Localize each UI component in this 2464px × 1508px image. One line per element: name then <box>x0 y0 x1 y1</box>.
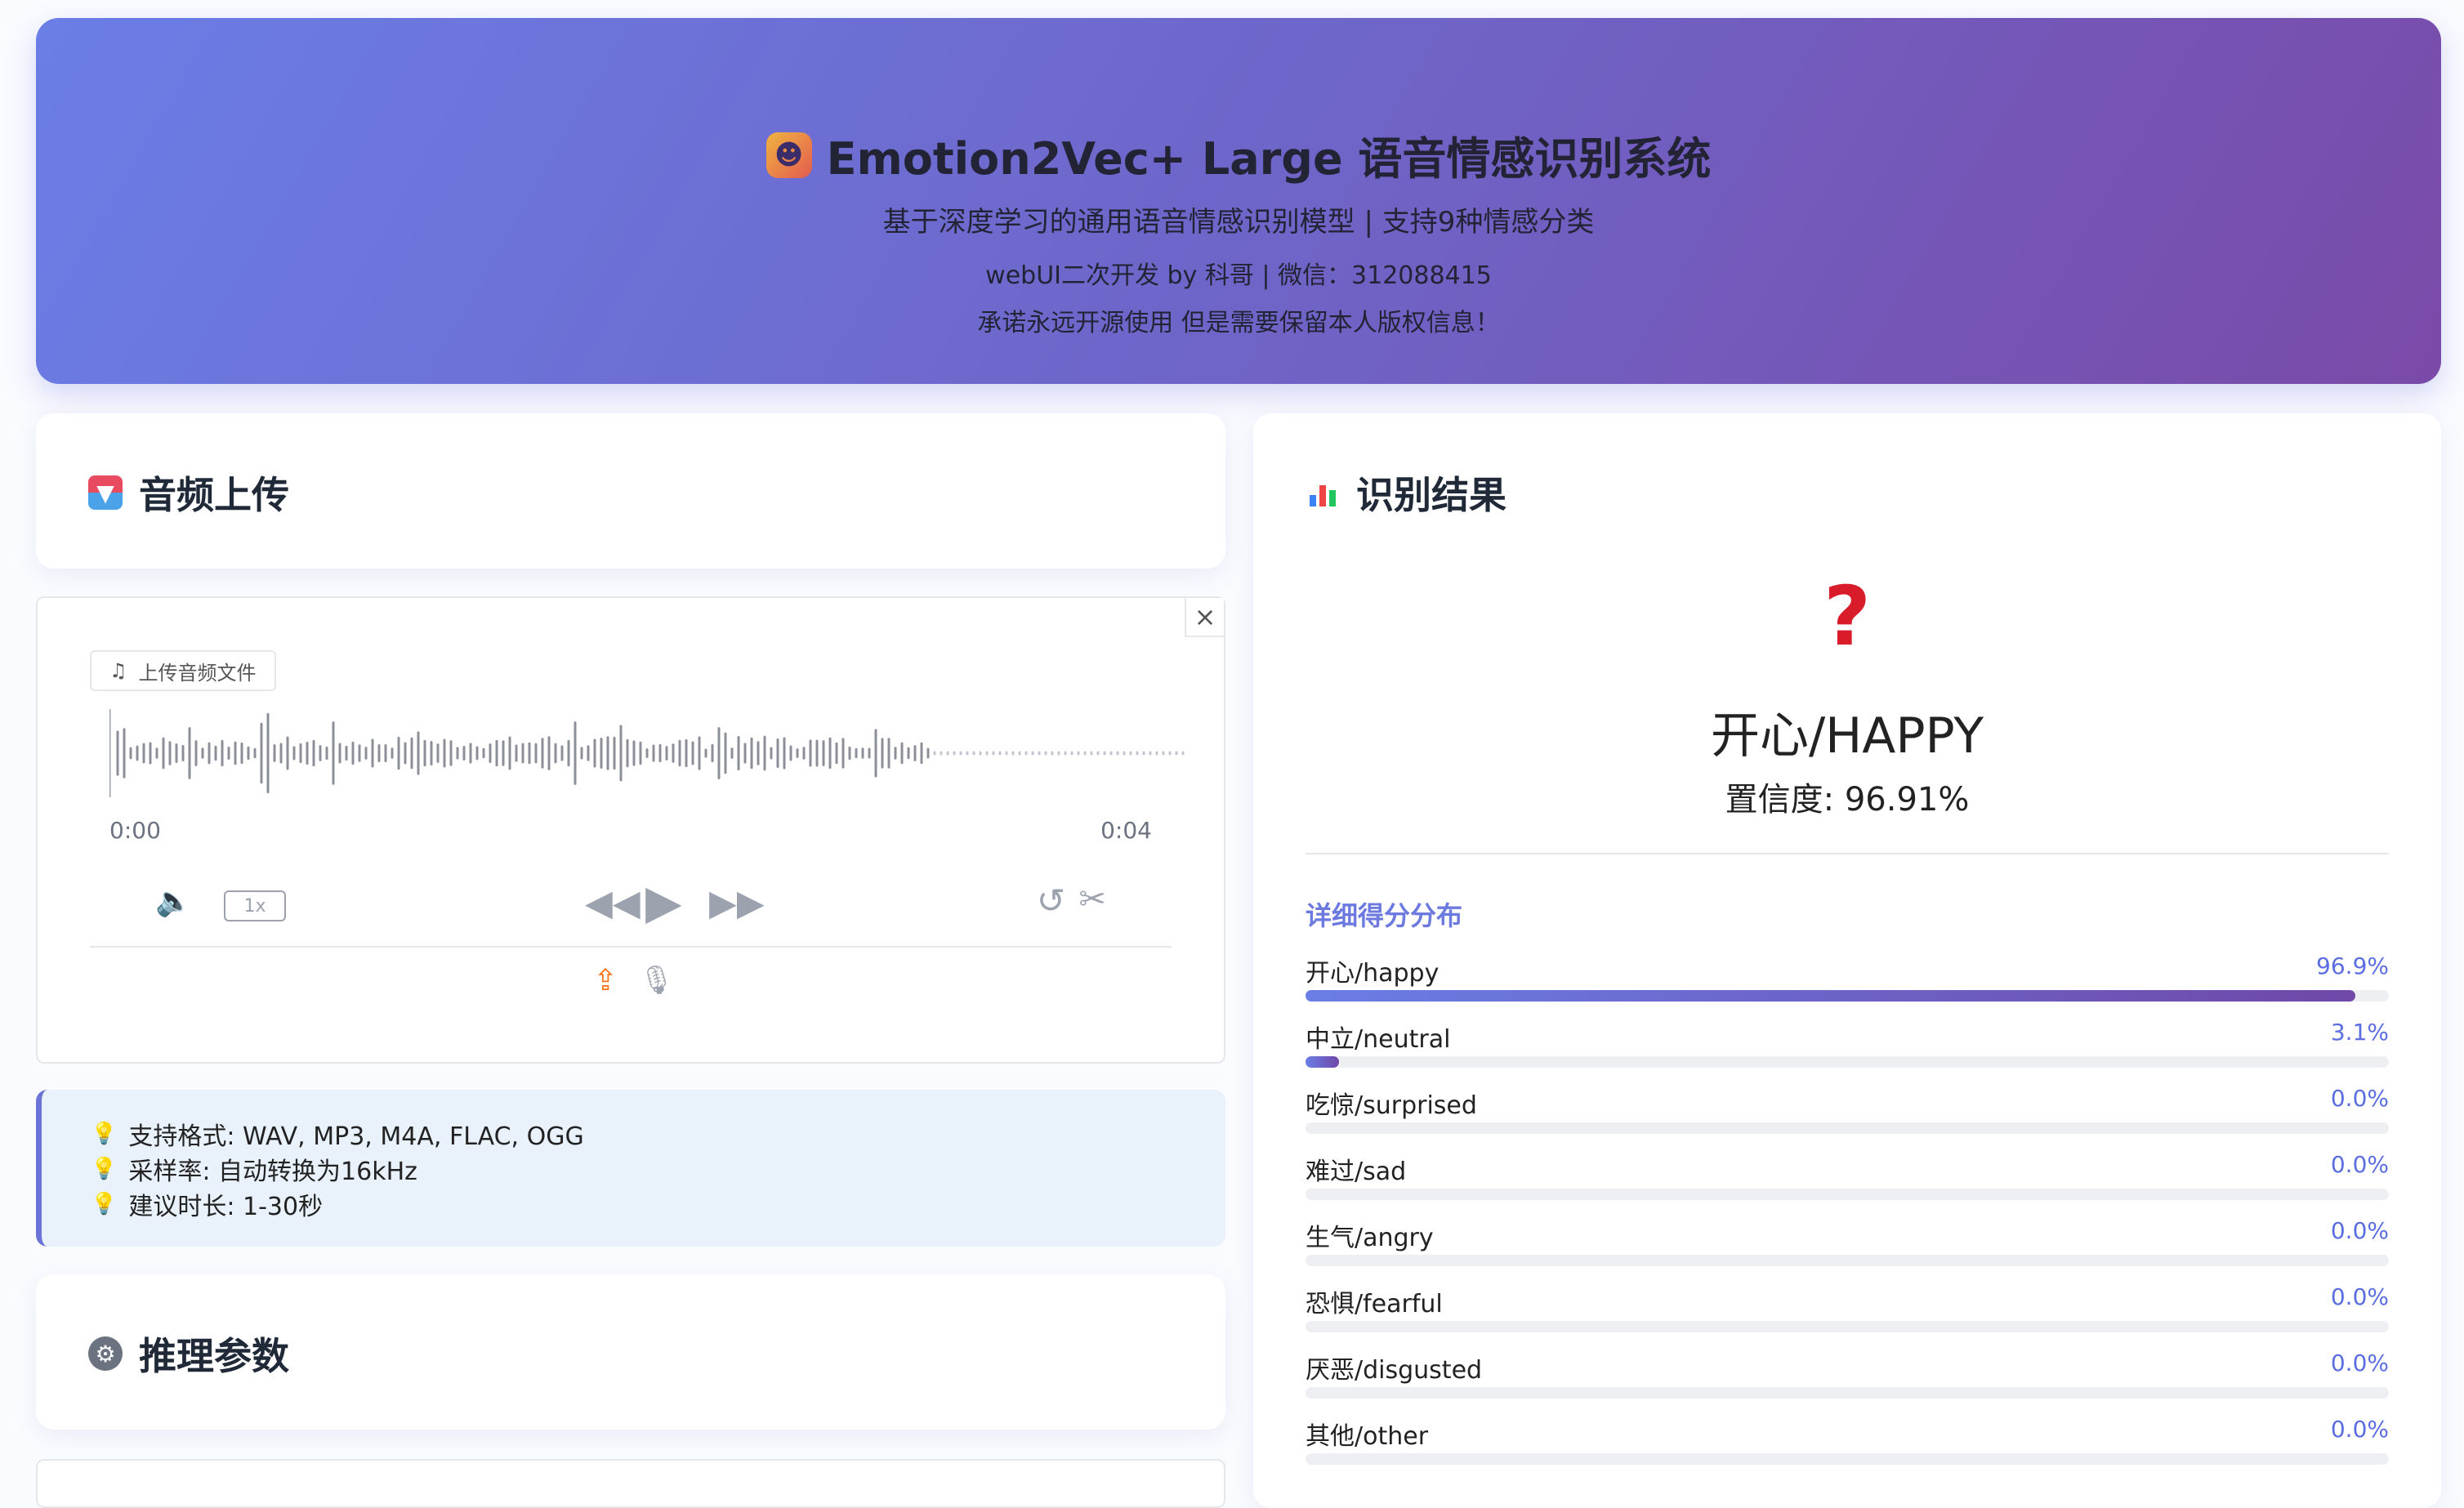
score-value: 3.1% <box>2330 1019 2389 1046</box>
bar-chart-icon <box>1306 475 1340 510</box>
score-item: 难过/sad 0.0% <box>1306 1151 2389 1217</box>
score-item: 恐惧/fearful 0.0% <box>1306 1283 2389 1350</box>
upload-section-title: ▼ 音频上传 <box>88 466 289 520</box>
player-divider <box>90 946 1172 948</box>
upload-section-card: ▼ 音频上传 <box>36 413 1225 569</box>
inference-section-title-text: 推理参数 <box>139 1334 289 1378</box>
audio-waveform[interactable] <box>109 704 1188 802</box>
playback-controls: 🔈 1x ◀◀ ▶ ▶▶ ↺ ✂ <box>90 868 1172 941</box>
tip-text: 支持格式: WAV, MP3, M4A, FLAC, OGG <box>128 1122 584 1151</box>
score-item: 生气/angry 0.0% <box>1306 1217 2389 1283</box>
score-bar-track <box>1306 1189 2389 1200</box>
app-title: ☻ Emotion2Vec+ Large 语音情感识别系统 <box>36 123 2441 187</box>
result-section-title-text: 识别结果 <box>1356 473 1507 517</box>
result-divider <box>1306 853 2389 854</box>
upload-audio-label: ♫ 上传音频文件 <box>90 650 276 691</box>
score-bar-fill <box>1306 990 2355 1002</box>
score-name: 中立/neutral <box>1306 1025 1451 1054</box>
score-bar-track <box>1306 1056 2389 1068</box>
app-header: ☻ Emotion2Vec+ Large 语音情感识别系统 基于深度学习的通用语… <box>36 18 2441 384</box>
play-icon[interactable]: ▶ <box>645 874 682 930</box>
score-bar-track <box>1306 1453 2389 1465</box>
score-value: 0.0% <box>2330 1350 2389 1376</box>
gear-icon: ⚙ <box>88 1336 123 1371</box>
clear-audio-button[interactable]: × <box>1185 598 1224 637</box>
audio-player: × ♫ 上传音频文件 0:00 0:04 🔈 1x ◀◀ ▶ ▶▶ ↺ ✂ ⇪ … <box>36 596 1225 1064</box>
app-credit: webUI二次开发 by 科哥 | 微信：312088415 <box>985 261 1492 290</box>
score-value: 0.0% <box>2330 1283 2389 1310</box>
format-tips-box: 💡 支持格式: WAV, MP3, M4A, FLAC, OGG 💡 采样率: … <box>36 1090 1225 1247</box>
score-bar-track <box>1306 1321 2389 1332</box>
volume-icon[interactable]: 🔈 <box>155 884 192 918</box>
result-card: 识别结果 ? 开心/HAPPY 置信度: 96.91% 详细得分分布 开心/ha… <box>1253 413 2441 1508</box>
score-value: 96.9% <box>2316 953 2389 979</box>
score-name: 开心/happy <box>1306 959 1440 988</box>
score-item: 中立/neutral 3.1% <box>1306 1019 2389 1085</box>
rewind-icon[interactable]: ◀◀ <box>585 882 641 924</box>
microphone-icon[interactable]: 🎙 <box>639 964 674 997</box>
score-bar-track <box>1306 1255 2389 1266</box>
score-name: 恐惧/fearful <box>1306 1290 1443 1318</box>
playback-speed-button[interactable]: 1x <box>224 890 286 921</box>
tip-text: 建议时长: 1-30秒 <box>128 1192 324 1221</box>
score-item: 厌恶/disgusted 0.0% <box>1306 1350 2389 1416</box>
score-name: 厌恶/disgusted <box>1306 1356 1483 1385</box>
inference-section-title: ⚙ 推理参数 <box>88 1327 289 1381</box>
upload-audio-label-text: 上传音频文件 <box>138 661 257 685</box>
emotion-label: 开心/HAPPY <box>1710 707 1984 765</box>
inference-section-card: ⚙ 推理参数 <box>36 1274 1225 1430</box>
tip-formats: 💡 支持格式: WAV, MP3, M4A, FLAC, OGG <box>91 1116 1225 1151</box>
current-time: 0:00 <box>109 817 161 844</box>
inference-params-panel <box>36 1459 1225 1508</box>
theater-masks-icon: ☻ <box>766 132 812 178</box>
score-distribution-title: 详细得分分布 <box>1306 900 1463 931</box>
score-bar-track <box>1306 1122 2389 1134</box>
upload-section-title-text: 音频上传 <box>139 473 289 517</box>
result-section-title: 识别结果 <box>1306 466 1507 520</box>
score-item: 其他/other 0.0% <box>1306 1416 2389 1482</box>
scissors-icon[interactable]: ✂ <box>1078 881 1106 918</box>
score-value: 0.0% <box>2330 1217 2389 1244</box>
score-bar-fill <box>1306 1056 1340 1068</box>
score-bar-track <box>1306 1387 2389 1399</box>
tip-duration: 💡 建议时长: 1-30秒 <box>91 1186 1225 1221</box>
close-icon: × <box>1194 601 1216 632</box>
app-notice: 承诺永远开源使用 但是需要保留本人版权信息！ <box>977 309 1500 337</box>
score-bar-track <box>1306 990 2389 1002</box>
music-note-icon: ♫ <box>109 659 127 682</box>
upload-source-icon[interactable]: ⇪ <box>593 964 618 997</box>
score-item: 吃惊/surprised 0.0% <box>1306 1085 2389 1151</box>
total-duration: 0:04 <box>1100 817 1152 844</box>
app-title-text: Emotion2Vec+ Large 语音情感识别系统 <box>826 133 1712 185</box>
score-value: 0.0% <box>2330 1085 2389 1112</box>
fast-forward-icon[interactable]: ▶▶ <box>709 882 765 924</box>
light-bulb-icon: 💡 <box>91 1156 118 1181</box>
score-name: 生气/angry <box>1306 1224 1434 1252</box>
reset-icon[interactable]: ↺ <box>1037 881 1065 921</box>
tip-text: 采样率: 自动转换为16kHz <box>128 1157 417 1186</box>
tip-sample-rate: 💡 采样率: 自动转换为16kHz <box>91 1151 1225 1186</box>
app-subtitle: 基于深度学习的通用语音情感识别模型 | 支持9种情感分类 <box>882 206 1595 239</box>
emotion-emoji: ? <box>1823 569 1871 664</box>
light-bulb-icon: 💡 <box>91 1191 118 1216</box>
score-item: 开心/happy 96.9% <box>1306 953 2389 1019</box>
score-name: 难过/sad <box>1306 1158 1407 1186</box>
score-value: 0.0% <box>2330 1416 2389 1443</box>
light-bulb-icon: 💡 <box>91 1121 118 1146</box>
inbox-tray-icon: ▼ <box>88 475 123 510</box>
score-list: 开心/happy 96.9% 中立/neutral 3.1% 吃惊/surpri… <box>1306 953 2389 1482</box>
confidence-value: 置信度: 96.91% <box>1725 781 1970 819</box>
score-name: 其他/other <box>1306 1422 1429 1451</box>
score-name: 吃惊/surprised <box>1306 1091 1477 1120</box>
score-value: 0.0% <box>2330 1151 2389 1178</box>
